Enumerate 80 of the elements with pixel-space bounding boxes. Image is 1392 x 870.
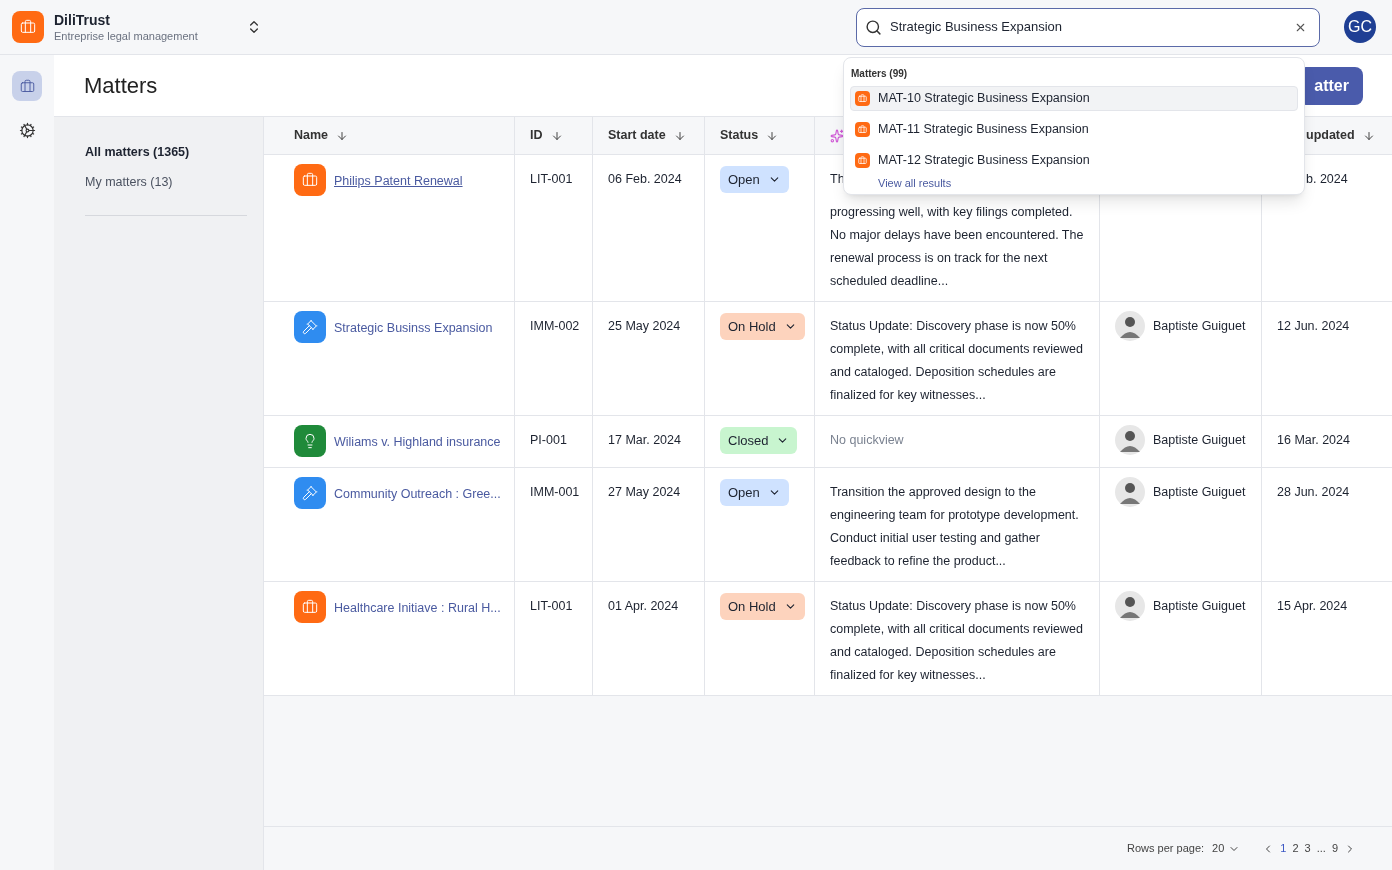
updated-date: 12 Jun. 2024 [1277, 319, 1350, 333]
matter-id: PI-001 [530, 433, 567, 447]
status-dropdown[interactable]: Open [720, 479, 789, 506]
results-heading: Matters (99) [850, 67, 909, 81]
updated-date: 16 Mar. 2024 [1277, 433, 1350, 447]
avatar-icon [1115, 591, 1145, 621]
search-result[interactable]: MAT-12 Strategic Business Expansion [850, 148, 1298, 173]
page-link[interactable]: 3 [1304, 840, 1311, 857]
page-link[interactable]: 2 [1292, 840, 1299, 857]
owner-name: Baptiste Guiguet [1153, 318, 1246, 335]
search-icon [865, 18, 882, 36]
avatar-icon [1115, 477, 1145, 507]
search-input[interactable]: Strategic Business Expansion [890, 17, 1286, 37]
start-date: 01 Apr. 2024 [608, 599, 679, 613]
quickview-text: progressing well, with key filings completed. No major delays have been encountered. The renewal process is on track for the next scheduled deadline... [830, 204, 1085, 290]
lightbulb-icon [294, 425, 326, 457]
briefcase-icon [855, 91, 870, 106]
gavel-icon [294, 311, 326, 343]
status-dropdown[interactable]: On Hold [720, 313, 805, 340]
status-dropdown[interactable]: Open [720, 166, 789, 193]
matter-link[interactable]: Philips Patent Renewal [334, 172, 463, 191]
rows-per-page-label: Rows per page: [1127, 841, 1205, 857]
column-header[interactable]: ID [530, 126, 543, 145]
avatar-icon [1115, 425, 1145, 455]
status-dropdown[interactable]: On Hold [720, 593, 805, 620]
view-all-link[interactable]: View all results [878, 176, 952, 190]
briefcase-icon [294, 591, 326, 623]
avatar-icon [1115, 311, 1145, 341]
user-avatar[interactable]: GC [1344, 11, 1376, 43]
matter-link[interactable]: Community Outreach : Gree... [334, 485, 501, 504]
start-date: 06 Feb. 2024 [608, 172, 682, 186]
page-link[interactable]: ... [1316, 840, 1326, 857]
page-title: Matters [84, 72, 158, 100]
page-link[interactable]: 9 [1331, 840, 1338, 857]
quickview-text: Status Update: Discovery phase is now 50% complete, with all critical documents reviewed and cataloged. Deposition schedules are finalized for key witnesses... [830, 598, 1084, 684]
quickview-text: Transition the approved design to the engineering team for prototype development. Conduct initial user testing and gather feedback to refine the product... [830, 484, 1080, 570]
filter-item[interactable]: My matters (13) [85, 167, 232, 197]
matter-link[interactable]: Strategic Businss Expansion [334, 319, 493, 338]
sort-icon[interactable] [1362, 129, 1375, 142]
empty-quickview: No quickview [830, 432, 905, 449]
sort-icon[interactable] [336, 129, 349, 142]
rows-per-page-select[interactable]: 20 [1212, 840, 1241, 857]
owner-name: Baptiste Guiguet [1153, 598, 1246, 615]
search-field[interactable]: Strategic Business Expansion [856, 7, 1320, 47]
filter-item[interactable]: All matters (1365) [85, 137, 232, 167]
page-link[interactable]: 1 [1280, 840, 1287, 857]
matter-id: IMM-001 [530, 485, 580, 499]
owner-name: Baptiste Guiguet [1153, 484, 1246, 501]
sort-icon[interactable] [550, 129, 563, 142]
updated-date: 28 Jun. 2024 [1277, 485, 1350, 499]
briefcase-icon [294, 164, 326, 196]
app-name: DiliTrust [54, 10, 111, 29]
sort-icon[interactable] [673, 129, 686, 142]
sparkle-icon [830, 128, 844, 143]
start-date: 25 May 2024 [608, 319, 681, 333]
start-date: 27 May 2024 [608, 485, 681, 499]
search-result[interactable]: MAT-11 Strategic Business Expansion [850, 117, 1298, 142]
column-header[interactable]: Status [720, 126, 759, 145]
matter-id: IMM-002 [530, 319, 580, 333]
column-header[interactable]: updated [1306, 126, 1355, 145]
sort-icon[interactable] [766, 129, 779, 142]
status-dropdown[interactable]: Closed [720, 427, 798, 454]
updated-date: 15 Apr. 2024 [1277, 599, 1348, 613]
matter-link[interactable]: Healthcare Initiave : Rural H... [334, 599, 501, 618]
quickview-text: Status Update: Discovery phase is now 50% complete, with all critical documents reviewed and cataloged. Deposition schedules are finalized for key witnesses... [830, 318, 1084, 404]
column-header[interactable]: Start date [608, 126, 666, 145]
matter-link[interactable]: Wiliams v. Highland insurance [334, 433, 501, 452]
briefcase-icon [855, 122, 870, 137]
matter-id: LIT-001 [530, 172, 573, 186]
app-subtitle: Entreprise legal management [54, 28, 199, 44]
matter-id: LIT-001 [530, 599, 573, 613]
gavel-icon [294, 477, 326, 509]
column-header[interactable]: Name [294, 126, 329, 145]
owner-name: Baptiste Guiguet [1153, 432, 1246, 449]
briefcase-icon [855, 153, 870, 168]
updated-date: b. 2024 [1306, 172, 1348, 186]
search-result[interactable]: MAT-10 Strategic Business Expansion [850, 86, 1298, 111]
start-date: 17 Mar. 2024 [608, 433, 681, 447]
briefcase-icon[interactable] [12, 71, 42, 101]
app-logo-icon [12, 11, 44, 43]
